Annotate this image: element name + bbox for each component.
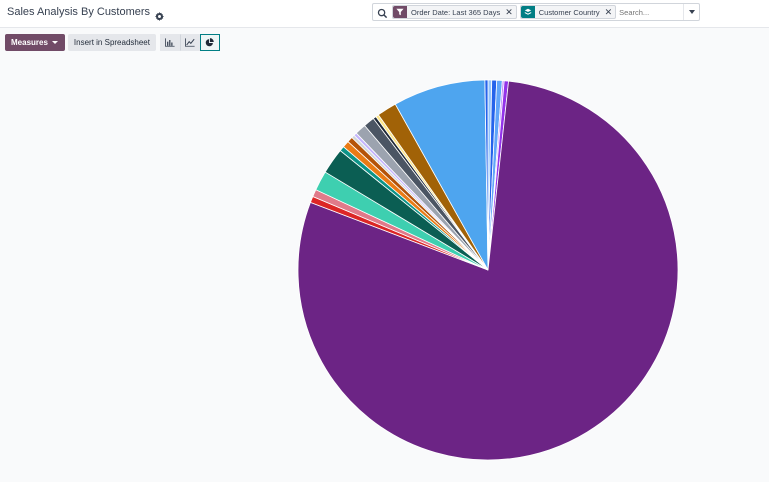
close-icon[interactable]: ✕ <box>605 6 616 18</box>
bar-chart-button[interactable] <box>159 34 180 51</box>
close-icon[interactable]: ✕ <box>505 6 516 18</box>
pie-chart-button[interactable] <box>199 34 220 51</box>
layers-icon <box>520 6 535 18</box>
filter-icon <box>393 6 407 18</box>
toolbar: Measures Insert in Spreadsheet <box>5 34 220 51</box>
gear-icon[interactable] <box>155 8 165 21</box>
caret-down-icon <box>51 41 58 44</box>
measures-button[interactable]: Measures <box>5 34 65 51</box>
chart-area <box>0 60 769 482</box>
filter-facet-order-date: Order Date: Last 365 Days ✕ <box>392 5 517 19</box>
facet-label: Customer Country <box>538 7 600 17</box>
insert-spreadsheet-button[interactable]: Insert in Spreadsheet <box>67 34 156 51</box>
search-options-toggle[interactable] <box>683 4 699 20</box>
chart-type-switcher <box>159 34 220 51</box>
chevron-down-icon <box>688 10 695 14</box>
groupby-facet-country: Customer Country ✕ <box>519 5 617 19</box>
line-chart-icon <box>184 38 195 47</box>
search-bar[interactable]: Order Date: Last 365 Days ✕ Customer Cou… <box>372 3 702 21</box>
breadcrumb: Sales Analysis By Customers <box>7 6 165 21</box>
facet-label: Order Date: Last 365 Days <box>411 7 501 17</box>
search-icon <box>377 6 388 19</box>
pie-chart-icon <box>206 38 215 47</box>
top-bar: Sales Analysis By Customers Order Date: … <box>0 0 769 28</box>
pie-chart <box>297 79 679 461</box>
line-chart-button[interactable] <box>179 34 200 51</box>
page-title: Sales Analysis By Customers <box>7 6 151 18</box>
measures-label: Measures <box>11 38 48 47</box>
bar-chart-icon <box>164 38 175 47</box>
